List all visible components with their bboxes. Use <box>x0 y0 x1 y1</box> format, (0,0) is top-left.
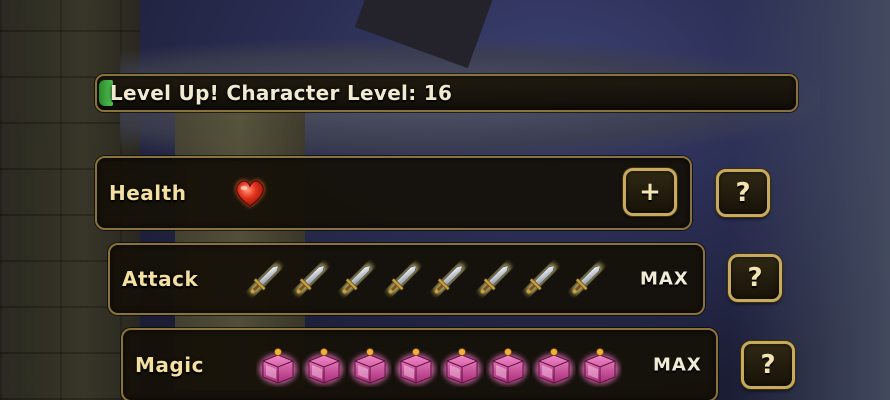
sword-icon <box>380 256 426 302</box>
sword-icon <box>518 256 564 302</box>
spellbook-icon <box>531 342 577 388</box>
stat-row-magic: Magic MAX <box>121 328 718 400</box>
sword-icon <box>564 256 610 302</box>
level-up-banner: Level Up! Character Level: 16 <box>95 74 798 112</box>
sword-icon <box>242 256 288 302</box>
attack-points <box>242 256 610 302</box>
spellbook-icon <box>347 342 393 388</box>
sword-icon <box>472 256 518 302</box>
spellbook-icon <box>439 342 485 388</box>
sword-icon <box>288 256 334 302</box>
spellbook-icon <box>393 342 439 388</box>
magic-max-label: MAX <box>653 354 702 376</box>
sword-icon <box>334 256 380 302</box>
sword-icon <box>426 256 472 302</box>
spellbook-icon <box>577 342 623 388</box>
add-health-button[interactable]: + <box>623 168 677 216</box>
stat-row-health: Health + <box>95 156 692 230</box>
level-up-title: Level Up! Character Level: 16 <box>110 81 453 105</box>
magic-help-button[interactable]: ? <box>741 341 795 389</box>
magic-points <box>255 342 623 388</box>
stat-row-attack: Attack MAX <box>108 243 705 315</box>
health-help-button[interactable]: ? <box>716 169 770 217</box>
heart-icon <box>227 170 273 216</box>
stat-label-health: Health <box>109 181 187 205</box>
health-points <box>227 170 273 216</box>
spellbook-icon <box>485 342 531 388</box>
attack-max-label: MAX <box>640 268 689 290</box>
attack-help-button[interactable]: ? <box>728 254 782 302</box>
spellbook-icon <box>301 342 347 388</box>
spellbook-icon <box>255 342 301 388</box>
stat-label-magic: Magic <box>135 353 204 377</box>
stat-label-attack: Attack <box>122 267 199 291</box>
